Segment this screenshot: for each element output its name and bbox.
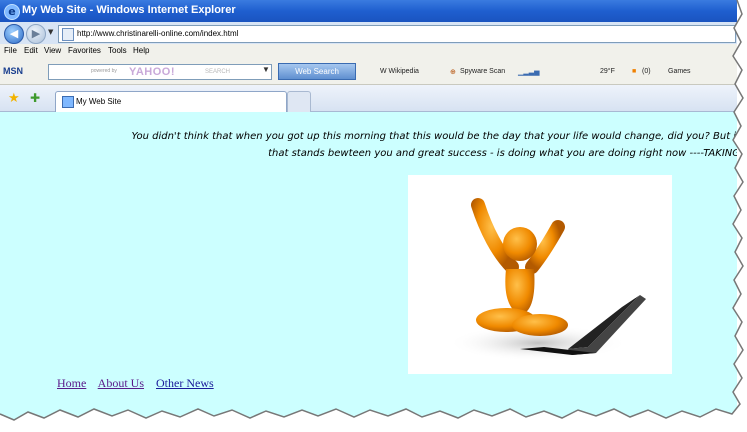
- torn-paper-edge: [0, 0, 747, 432]
